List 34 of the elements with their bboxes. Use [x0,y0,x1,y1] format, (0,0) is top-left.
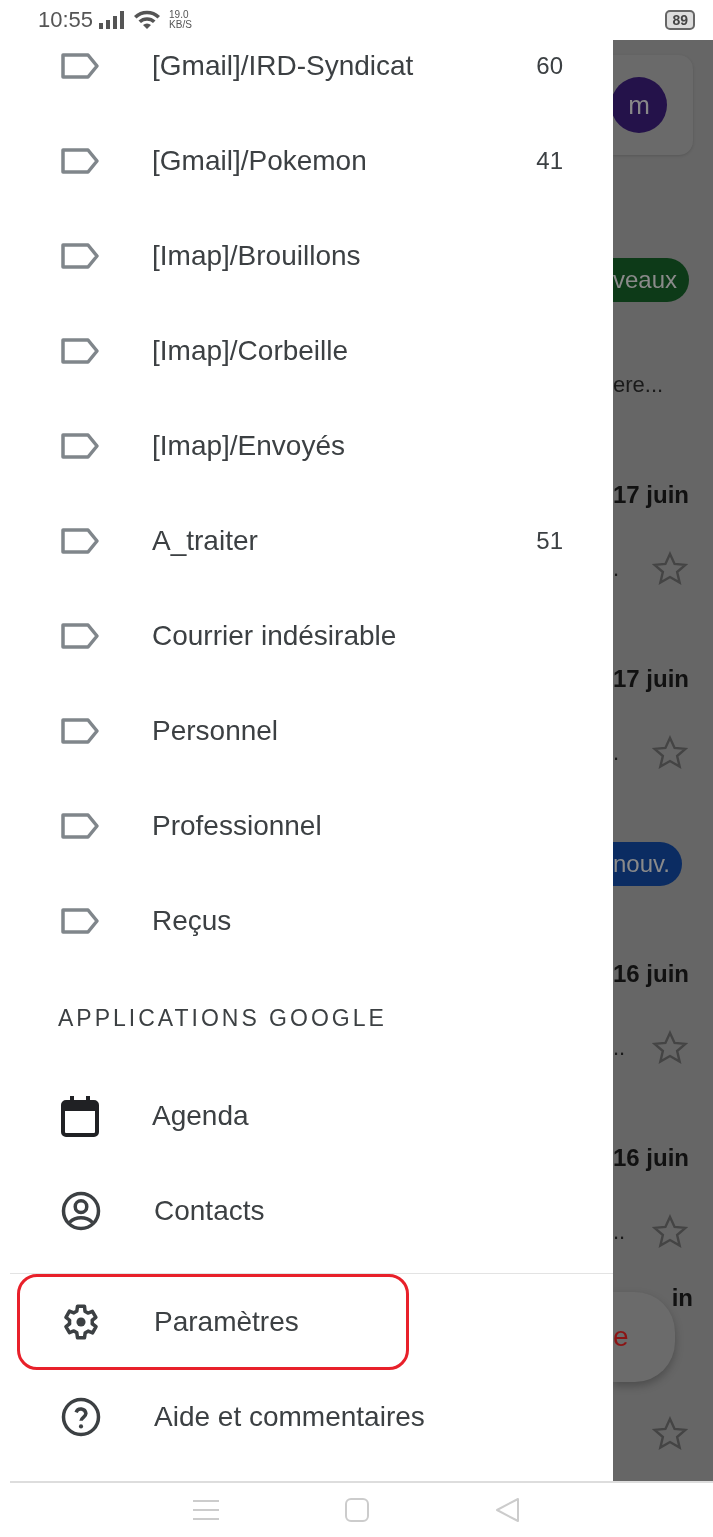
app-item[interactable]: Agenda [0,1068,613,1163]
email-date: 17 juin [613,664,691,694]
email-snippet: .. [613,1219,626,1245]
label-item[interactable]: [Imap]/Corbeille [0,303,613,398]
label-item[interactable]: A_traiter 51 [0,493,613,588]
new-messages-chip: nouv. [613,842,682,886]
email-snippet: .. [613,1035,626,1061]
label-item[interactable]: [Imap]/Brouillons [0,208,613,303]
app-item[interactable]: Contacts [0,1163,613,1258]
section-header: APPLICATIONS GOOGLE [58,1004,387,1032]
email-date: 17 juin [613,480,691,510]
unread-count: 41 [536,146,563,175]
label-item[interactable]: Courrier indésirable [0,588,613,683]
avatar[interactable]: m [613,77,667,133]
email-snippet: . [613,740,620,766]
label-item[interactable]: Personnel [0,683,613,778]
menu-item[interactable]: Aide et commentaires [17,1368,448,1465]
unread-count: 51 [536,526,563,555]
unread-count: 60 [536,51,563,80]
clock: 10:55 [38,7,94,33]
network-speed: 19.0 [169,10,190,20]
email-snippet: ere... [613,371,665,399]
label-item[interactable]: [Gmail]/Pokemon 41 [0,113,613,208]
battery-indicator: 89 [665,10,695,30]
label-item[interactable]: Professionnel [0,778,613,873]
label-item[interactable]: [Gmail]/IRD-Syndicat 60 [0,40,613,113]
email-snippet: . [613,556,620,582]
label-item[interactable]: Reçus [0,873,613,968]
label-item[interactable]: [Imap]/Envoyés [0,398,613,493]
email-date: 16 juin [613,1143,691,1173]
speed-unit: KB/S [169,20,192,30]
new-messages-chip: veaux [613,258,690,302]
menu-item[interactable]: Paramètres [17,1273,409,1370]
email-date: 16 juin [613,959,691,989]
